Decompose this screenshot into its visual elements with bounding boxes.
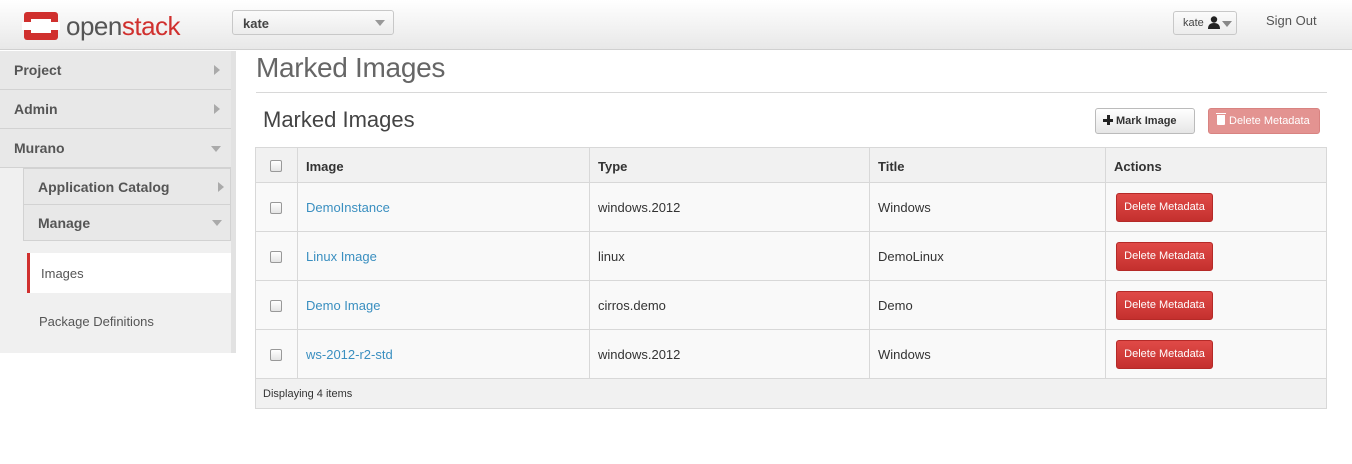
select-all-checkbox[interactable] (270, 160, 282, 172)
trash-icon (1216, 113, 1226, 125)
user-menu-dropdown[interactable]: kate (1173, 11, 1237, 35)
page-title: Marked Images (256, 52, 446, 83)
user-menu-label: kate (1183, 17, 1204, 29)
image-link[interactable]: DemoInstance (306, 200, 390, 215)
mark-image-button[interactable]: Mark Image (1095, 108, 1195, 134)
actions-cell: Delete Metadata (1106, 232, 1326, 280)
actions-cell: Delete Metadata (1106, 330, 1326, 378)
openstack-logo[interactable]: openstack (22, 10, 181, 42)
title-cell: Demo (870, 281, 1106, 329)
image-link[interactable]: Linux Image (306, 249, 377, 264)
table-row: DemoInstance windows.2012 Windows Delete… (256, 183, 1326, 232)
table-row: ws-2012-r2-std windows.2012 Windows Dele… (256, 330, 1326, 379)
delete-metadata-bulk-button[interactable]: Delete Metadata (1208, 108, 1320, 134)
type-cell: linux (590, 232, 870, 280)
row-checkbox[interactable] (270, 202, 282, 214)
delete-metadata-button[interactable]: Delete Metadata (1116, 340, 1213, 369)
row-select-cell (256, 330, 298, 378)
table-footer: Displaying 4 items (256, 379, 1326, 408)
sidebar-subsection-application-catalog[interactable]: Application Catalog (23, 168, 231, 205)
sign-out-link[interactable]: Sign Out (1266, 13, 1317, 28)
chevron-down-icon (212, 220, 222, 226)
chevron-right-icon (214, 104, 220, 114)
table-header-row: Image Type Title Actions (256, 148, 1326, 183)
openstack-logo-icon (22, 12, 60, 40)
actions-cell: Delete Metadata (1106, 281, 1326, 329)
project-switcher-label: kate (243, 16, 270, 31)
user-icon (1208, 16, 1220, 29)
sidebar-item-label: Images (41, 266, 84, 281)
sidebar-item-images[interactable]: Images (27, 253, 231, 293)
image-cell: ws-2012-r2-std (298, 330, 590, 378)
sidebar-item-label: Package Definitions (39, 314, 154, 329)
mark-image-label: Mark Image (1116, 115, 1177, 127)
image-cell: Linux Image (298, 232, 590, 280)
brand-name: openstack (66, 10, 181, 41)
title-cell: Windows (870, 330, 1106, 378)
sidebar-subsection-manage[interactable]: Manage (23, 204, 231, 241)
delete-metadata-label: Delete Metadata (1229, 115, 1310, 127)
chevron-down-icon (375, 20, 385, 26)
type-cell: cirros.demo (590, 281, 870, 329)
column-header-title[interactable]: Title (870, 148, 1106, 182)
delete-metadata-button[interactable]: Delete Metadata (1116, 242, 1213, 271)
sidebar-section-murano[interactable]: Murano (0, 129, 231, 168)
column-header-actions: Actions (1114, 159, 1162, 174)
delete-metadata-button[interactable]: Delete Metadata (1116, 193, 1213, 222)
select-all-cell (256, 148, 298, 182)
sidebar-item-package-definitions[interactable]: Package Definitions (27, 301, 231, 341)
row-checkbox[interactable] (270, 251, 282, 263)
sidebar-section-project[interactable]: Project (0, 51, 231, 90)
row-select-cell (256, 281, 298, 329)
sidebar-subsection-label: Application Catalog (38, 179, 170, 195)
row-select-cell (256, 183, 298, 231)
sidebar-section-label: Murano (14, 140, 65, 156)
image-link[interactable]: Demo Image (306, 298, 380, 313)
type-cell: windows.2012 (590, 183, 870, 231)
table-row: Linux Image linux DemoLinux Delete Metad… (256, 232, 1326, 281)
row-checkbox[interactable] (270, 300, 282, 312)
title-cell: DemoLinux (870, 232, 1106, 280)
image-cell: Demo Image (298, 281, 590, 329)
sidebar-subsection-label: Manage (38, 215, 91, 231)
table-title: Marked Images (263, 107, 415, 132)
chevron-right-icon (214, 65, 220, 75)
actions-cell: Delete Metadata (1106, 183, 1326, 231)
sidebar-section-admin[interactable]: Admin (0, 90, 231, 129)
title-cell: Windows (870, 183, 1106, 231)
marked-images-table: Image Type Title Actions DemoInstance wi… (255, 147, 1327, 409)
image-cell: DemoInstance (298, 183, 590, 231)
column-header-image[interactable]: Image (298, 148, 590, 182)
plus-icon (1103, 115, 1113, 125)
sidebar-section-label: Project (14, 62, 62, 78)
chevron-right-icon (218, 182, 224, 192)
row-select-cell (256, 232, 298, 280)
table-row: Demo Image cirros.demo Demo Delete Metad… (256, 281, 1326, 330)
chevron-down-icon (1222, 21, 1232, 27)
sidebar-section-label: Admin (14, 101, 58, 117)
project-switcher-dropdown[interactable]: kate (232, 10, 394, 35)
image-link[interactable]: ws-2012-r2-std (306, 347, 393, 362)
column-header-type[interactable]: Type (590, 148, 870, 182)
row-checkbox[interactable] (270, 349, 282, 361)
chevron-down-icon (211, 146, 221, 152)
divider (256, 92, 1327, 93)
delete-metadata-button[interactable]: Delete Metadata (1116, 291, 1213, 320)
sidebar-divider (231, 51, 236, 353)
top-navbar: openstack kate kate Sign Out (0, 0, 1352, 50)
sidebar: Project Admin Murano Application Catalog… (0, 51, 236, 353)
type-cell: windows.2012 (590, 330, 870, 378)
